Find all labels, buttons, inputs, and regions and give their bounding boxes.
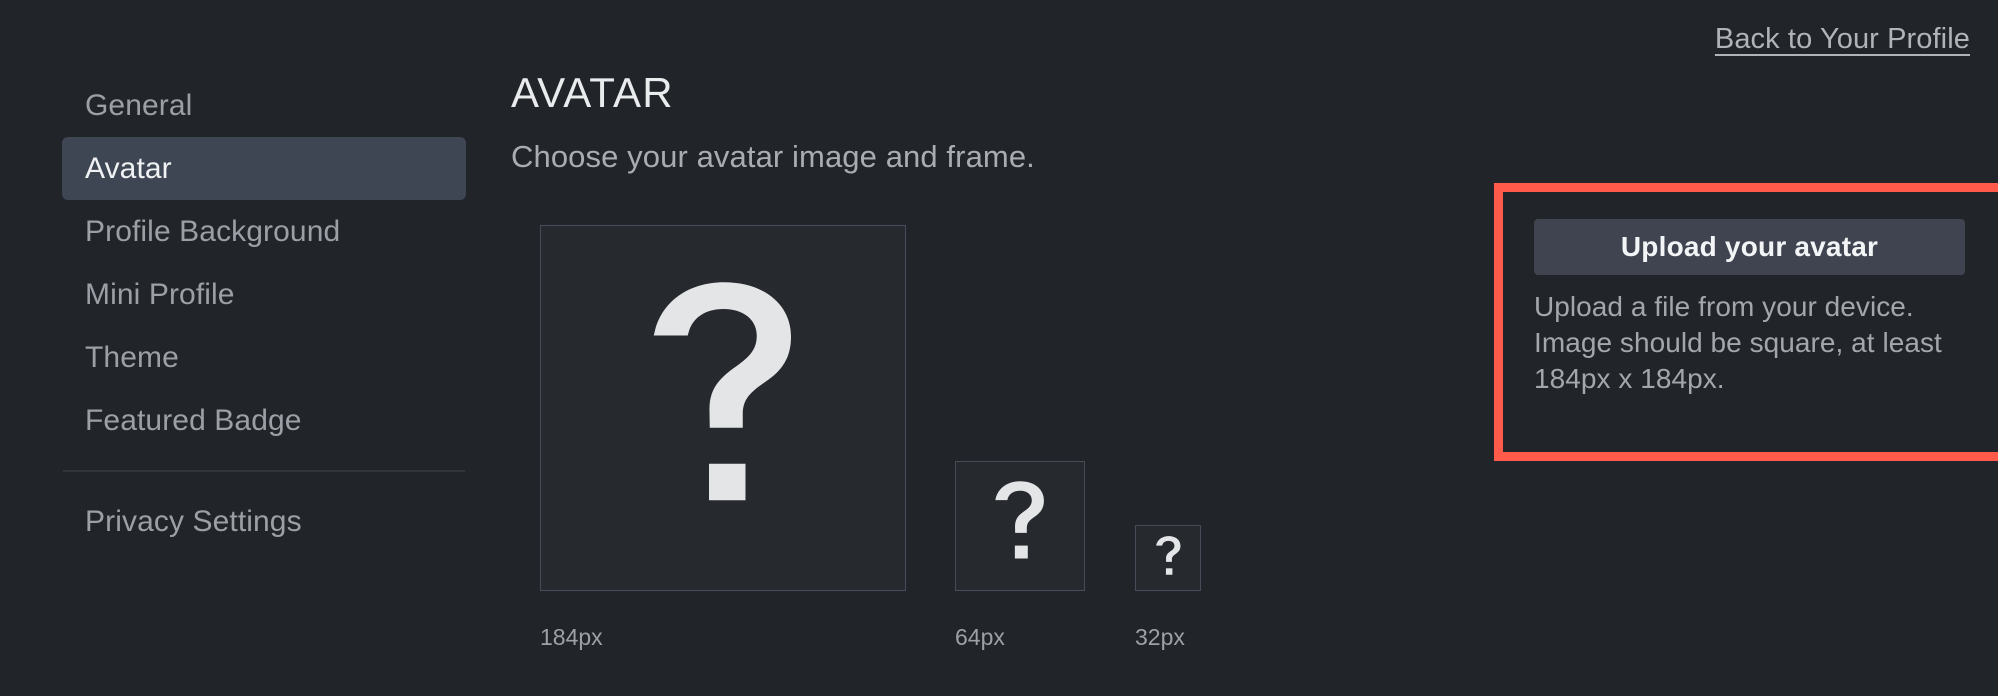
sidebar-item-label: Privacy Settings — [85, 504, 302, 538]
avatar-preview-box[interactable] — [540, 225, 906, 591]
avatar-preview-label: 64px — [955, 624, 1005, 650]
sidebar-item-label: Mini Profile — [85, 277, 235, 311]
sidebar-item-mini-profile[interactable]: Mini Profile — [62, 263, 466, 326]
upload-help-text: Upload a file from your device. Image sh… — [1534, 291, 1942, 395]
sidebar-item-profile-background[interactable]: Profile Background — [62, 200, 466, 263]
avatar-preview-label: 184px — [540, 624, 603, 650]
sidebar-item-theme[interactable]: Theme — [62, 326, 466, 389]
header-bar: Back to Your Profile — [0, 0, 1998, 78]
avatar-preview-box[interactable] — [955, 461, 1085, 591]
main-content-header: AVATAR Choose your avatar image and fram… — [511, 72, 1998, 175]
sidebar-item-featured-badge[interactable]: Featured Badge — [62, 389, 466, 452]
sidebar-divider — [63, 470, 465, 472]
avatar-preview-184[interactable]: 184px — [540, 225, 906, 650]
avatar-preview-32[interactable]: 32px — [1135, 525, 1201, 650]
settings-sidebar: General Avatar Profile Background Mini P… — [62, 74, 466, 553]
sidebar-item-label: Featured Badge — [85, 403, 302, 437]
back-to-profile-link[interactable]: Back to Your Profile — [1715, 23, 1970, 56]
sidebar-item-label: Theme — [85, 340, 179, 374]
avatar-preview-box[interactable] — [1135, 525, 1201, 591]
sidebar-item-privacy-settings[interactable]: Privacy Settings — [62, 490, 466, 553]
page-subtitle: Choose your avatar image and frame. — [511, 139, 1035, 174]
sidebar-item-label: General — [85, 88, 193, 122]
upload-panel: Upload your avatar Upload a file from yo… — [1503, 192, 1998, 452]
avatar-preview-row: 184px 64px 32px — [540, 225, 1300, 675]
question-mark-icon — [1155, 535, 1180, 575]
upload-section-highlight: Upload your avatar Upload a file from yo… — [1494, 183, 1998, 461]
upload-your-avatar-button[interactable]: Upload your avatar — [1534, 219, 1965, 275]
page-title: AVATAR — [511, 69, 674, 116]
question-mark-icon — [653, 281, 791, 500]
avatar-preview-label: 32px — [1135, 624, 1185, 650]
avatar-preview-64[interactable]: 64px — [955, 461, 1085, 650]
sidebar-item-label: Profile Background — [85, 214, 341, 248]
sidebar-item-label: Avatar — [85, 151, 172, 185]
sidebar-item-general[interactable]: General — [62, 74, 466, 137]
question-mark-icon — [995, 481, 1044, 559]
sidebar-item-avatar[interactable]: Avatar — [62, 137, 466, 200]
